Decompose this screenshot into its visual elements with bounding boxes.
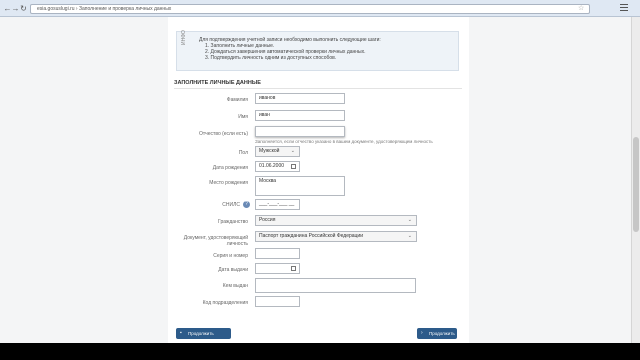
star-icon[interactable]: ☆ <box>578 4 584 13</box>
scrollbar[interactable] <box>631 17 640 343</box>
continue-later-button[interactable]: ▪ Продолжить позже <box>176 328 231 343</box>
chevron-down-icon: ⌄ <box>407 233 412 239</box>
menu-icon[interactable] <box>620 4 628 12</box>
first-name-label: Имя <box>238 114 248 120</box>
help-icon[interactable]: ? <box>243 201 250 208</box>
browser-toolbar: ← → ↻ esia.gosuslugi.ru › Заполнение и п… <box>0 0 640 17</box>
continue-label: Продолжить <box>429 331 455 336</box>
info-text: Для подтверждения учетной записи необход… <box>199 37 454 61</box>
chevron-right-icon: › <box>421 330 423 336</box>
citizenship-label: Гражданство <box>218 219 248 225</box>
continue-button[interactable]: › Продолжить <box>417 328 457 339</box>
series-number-label: Серия и номер <box>213 253 248 259</box>
chevron-down-icon: ⌄ <box>290 148 295 154</box>
birth-place-label: Место рождения <box>209 180 248 186</box>
first-name-input[interactable]: иван <box>255 110 345 121</box>
gender-select[interactable]: Мужской ⌄ <box>255 146 300 157</box>
birth-date-label: Дата рождения <box>212 165 248 171</box>
divider <box>174 88 462 89</box>
doc-type-value: Паспорт гражданина Российской Федерации <box>259 233 363 239</box>
issue-date-input[interactable] <box>255 263 300 274</box>
patronymic-input[interactable] <box>255 126 345 137</box>
address-bar[interactable]: esia.gosuslugi.ru › Заполнение и проверк… <box>30 4 590 14</box>
series-number-input[interactable] <box>255 248 300 259</box>
birth-date-input[interactable]: 01.06.2000 <box>255 161 300 172</box>
birth-place-input[interactable]: Москва <box>255 176 345 196</box>
gender-label: Пол <box>238 150 248 156</box>
scroll-thumb[interactable] <box>633 137 639 232</box>
page-viewport: ИНФО Для подтверждения учетной записи не… <box>0 17 640 343</box>
continue-later-label: Продолжить позже <box>188 331 214 343</box>
refresh-button[interactable]: ↻ <box>19 4 28 13</box>
save-icon: ▪ <box>180 330 182 336</box>
gender-value: Мужской <box>259 148 280 154</box>
last-name-input[interactable]: иванов <box>255 93 345 104</box>
info-box: ИНФО Для подтверждения учетной записи не… <box>176 30 459 71</box>
citizenship-value: Россия <box>259 217 276 223</box>
patronymic-hint: Заполняется, если отчество указано в ваш… <box>255 139 433 144</box>
info-side-label: ИНФО <box>181 30 187 45</box>
letterbox-bottom <box>0 343 640 360</box>
issued-by-input[interactable] <box>255 278 416 293</box>
citizenship-select[interactable]: Россия ⌄ <box>255 215 417 226</box>
patronymic-label: Отчество (если есть) <box>198 131 248 137</box>
snils-label: СНИЛС <box>222 202 240 208</box>
doc-type-label: Документ, удостоверяющий личность <box>183 235 248 247</box>
division-code-input[interactable] <box>255 296 300 307</box>
birth-date-value: 01.06.2000 <box>259 163 285 169</box>
calendar-icon[interactable] <box>291 266 296 271</box>
doc-type-select[interactable]: Паспорт гражданина Российской Федерации … <box>255 231 417 242</box>
division-code-label: Код подразделения <box>202 300 248 306</box>
issue-date-label: Дата выдачи <box>218 267 248 273</box>
info-line: 3. Подтвердить личность одним из доступн… <box>205 55 337 61</box>
form-card: ИНФО Для подтверждения учетной записи не… <box>168 17 469 343</box>
snils-input[interactable]: ___-___-___ __ <box>255 199 300 210</box>
section-title: ЗАПОЛНИТЕ ЛИЧНЫЕ ДАННЫЕ <box>174 80 261 86</box>
calendar-icon[interactable] <box>291 164 296 169</box>
chevron-down-icon: ⌄ <box>407 217 412 223</box>
last-name-label: Фамилия <box>226 97 248 103</box>
issued-by-label: Кем выдан <box>222 283 248 289</box>
